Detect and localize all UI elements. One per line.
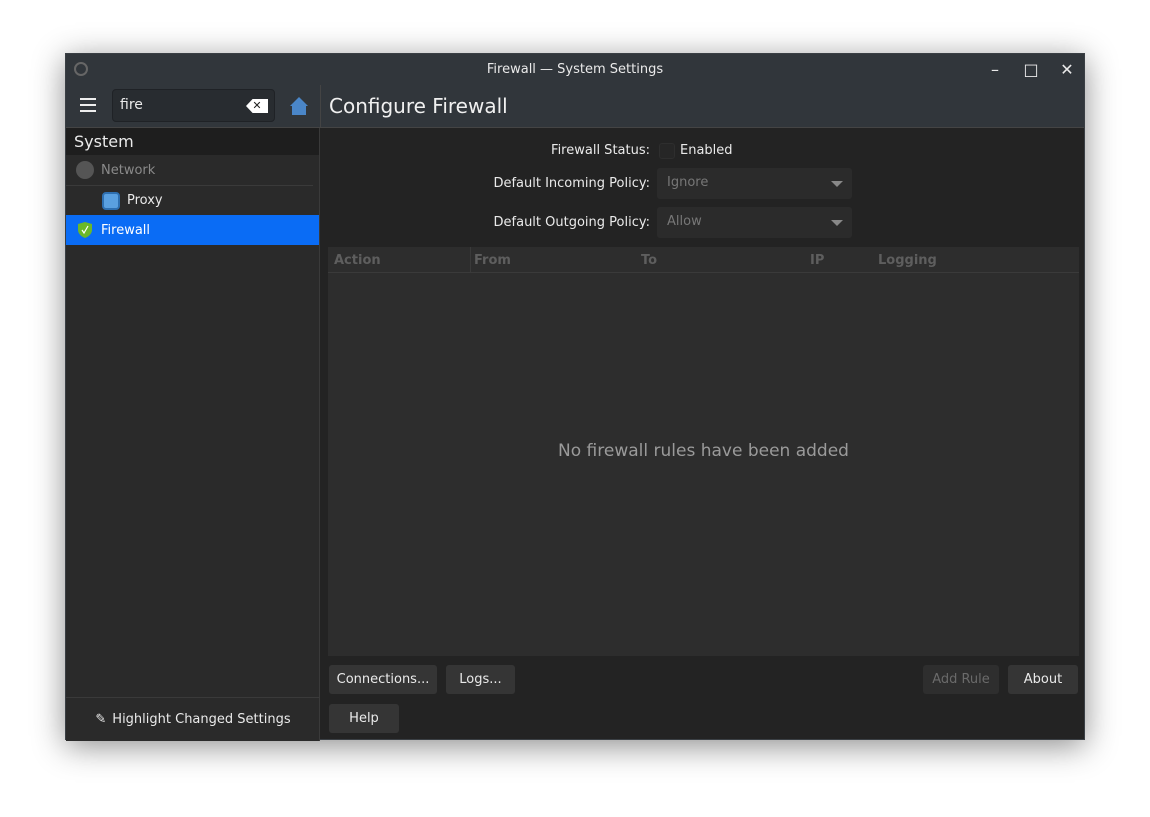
empty-message: No firewall rules have been added (558, 441, 849, 461)
window: Firewall — System Settings – □ ✕ fire ✕ C… (65, 53, 1086, 741)
incoming-policy-select[interactable]: Ignore (657, 168, 852, 199)
column-to[interactable]: To (641, 253, 657, 268)
logs-button[interactable]: Logs... (446, 665, 515, 694)
connections-button[interactable]: Connections... (329, 665, 437, 694)
home-icon[interactable] (290, 96, 308, 116)
rules-table: Action From To IP Logging No firewall ru… (328, 247, 1079, 656)
titlebar: Firewall — System Settings – □ ✕ (66, 54, 1084, 85)
incoming-policy-label: Default Incoming Policy: (493, 176, 650, 191)
app-icon (74, 62, 88, 76)
outgoing-policy-label: Default Outgoing Policy: (493, 215, 650, 230)
outgoing-policy-value: Allow (667, 214, 702, 229)
maximize-button[interactable]: □ (1022, 60, 1040, 79)
search-value: fire (120, 97, 143, 113)
outgoing-policy-select[interactable]: Allow (657, 207, 852, 238)
sidebar: System Network Proxy Firewall ✎ Highlight… (66, 128, 320, 741)
sidebar-item-firewall[interactable]: Firewall (66, 215, 319, 245)
pen-icon: ✎ (95, 712, 107, 727)
incoming-policy-value: Ignore (667, 175, 709, 190)
category-header: System (66, 128, 319, 155)
column-action[interactable]: Action (334, 253, 381, 268)
column-logging[interactable]: Logging (878, 253, 937, 268)
minimize-button[interactable]: – (986, 60, 1004, 79)
help-button[interactable]: Help (329, 704, 399, 733)
sidebar-item-label: Proxy (127, 193, 163, 208)
table-header: Action From To IP Logging (328, 247, 1079, 273)
sidebar-item-network[interactable]: Network (66, 155, 319, 185)
page-title: Configure Firewall (329, 94, 508, 118)
proxy-icon (102, 191, 120, 210)
column-from[interactable]: From (470, 247, 511, 273)
sidebar-item-label: Network (101, 162, 156, 178)
about-button[interactable]: About (1008, 665, 1078, 694)
network-icon (76, 161, 94, 179)
search-input[interactable]: fire ✕ (112, 89, 275, 122)
firewall-status-value: Enabled (680, 143, 733, 158)
main-content: Firewall Status: Enabled Default Incomin… (321, 128, 1086, 741)
add-rule-button[interactable]: Add Rule (923, 665, 999, 694)
firewall-status-label: Firewall Status: (551, 143, 650, 158)
window-title: Firewall — System Settings (486, 62, 664, 77)
highlight-changed-settings-button[interactable]: ✎ Highlight Changed Settings (66, 697, 320, 741)
column-ip[interactable]: IP (810, 253, 824, 268)
clear-search-icon[interactable]: ✕ (246, 99, 268, 113)
sidebar-item-proxy[interactable]: Proxy (66, 185, 313, 215)
close-button[interactable]: ✕ (1058, 60, 1076, 79)
firewall-status-checkbox[interactable] (659, 143, 675, 159)
header: fire ✕ Configure Firewall (66, 85, 1084, 128)
menu-icon[interactable] (80, 98, 96, 112)
firewall-shield-icon (78, 222, 92, 238)
sidebar-item-label: Firewall (101, 222, 151, 238)
highlight-label: Highlight Changed Settings (112, 712, 291, 727)
